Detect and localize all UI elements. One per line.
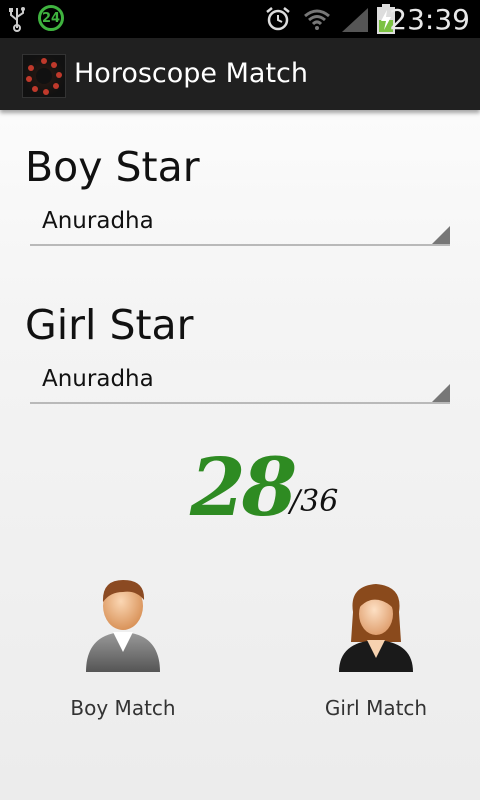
female-avatar-icon [339,584,413,672]
boy-star-spinner[interactable]: Anuradha [30,200,450,246]
girl-match-label: Girl Match [324,696,428,720]
score-total: /36 [290,484,339,519]
clock: 23:39 [389,3,470,36]
signal-icon [342,8,368,32]
app-title: Horoscope Match [74,58,308,89]
girl-star-value: Anuradha [42,366,154,392]
boy-star-value: Anuradha [42,208,154,234]
girl-match-button[interactable]: Girl Match [291,560,461,730]
usb-icon [9,7,25,32]
girl-star-spinner[interactable]: Anuradha [30,358,450,404]
boy-star-label: Boy Star [25,143,200,191]
score-value: 28 [190,440,297,534]
notification-badge: 24 [38,5,64,31]
boy-match-label: Boy Match [70,696,176,720]
girl-star-label: Girl Star [25,301,194,349]
alarm-icon [266,7,290,31]
wifi-icon [304,9,330,30]
male-avatar-icon [86,580,160,672]
zodiac-wheel-icon[interactable] [22,54,66,98]
status-bar: 24 23:39 [0,0,480,38]
match-score: 28 /36 [190,440,390,540]
action-bar: Horoscope Match [0,38,480,110]
dropdown-arrow-icon [432,226,450,244]
boy-match-button[interactable]: Boy Match [38,560,208,730]
dropdown-arrow-icon [432,384,450,402]
